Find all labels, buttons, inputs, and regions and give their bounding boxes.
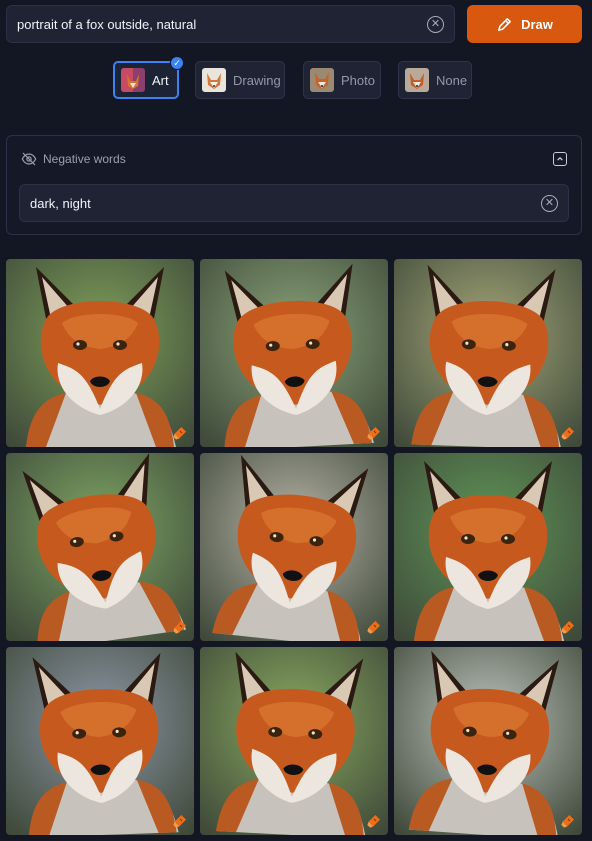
drawing-thumbnail-icon <box>202 68 226 92</box>
paintbrush-icon[interactable] <box>560 425 576 441</box>
style-chip-art[interactable]: Art ✓ <box>113 56 184 99</box>
clear-prompt-icon[interactable]: ✕ <box>427 15 444 33</box>
generated-image[interactable] <box>6 647 194 835</box>
results-grid <box>6 259 582 835</box>
negative-words-input[interactable] <box>30 195 541 211</box>
clear-negative-icon[interactable]: ✕ <box>541 194 558 212</box>
style-chip-label: None <box>436 72 468 88</box>
draw-button[interactable]: Draw <box>467 5 582 43</box>
generated-image[interactable] <box>394 453 582 641</box>
none-thumbnail-icon <box>405 68 429 92</box>
paintbrush-icon[interactable] <box>366 425 382 441</box>
fox-image <box>6 453 194 641</box>
style-chip-label: Photo <box>341 72 375 88</box>
photo-thumbnail-icon <box>310 68 334 92</box>
selected-check-icon: ✓ <box>170 56 184 70</box>
negative-words-title: Negative words <box>43 152 126 166</box>
fox-image <box>394 259 582 447</box>
paintbrush-icon[interactable] <box>560 813 576 829</box>
fox-image <box>6 647 194 835</box>
style-chip-photo[interactable]: Photo <box>303 61 381 99</box>
fox-image <box>6 259 194 447</box>
pencil-icon <box>498 17 512 31</box>
generated-image[interactable] <box>394 259 582 447</box>
fox-image <box>394 453 582 641</box>
draw-button-label: Draw <box>521 16 553 32</box>
negative-words-panel: Negative words ✕ <box>6 135 582 235</box>
style-chip-drawing[interactable]: Drawing <box>195 61 285 99</box>
chevron-up-icon[interactable] <box>553 152 567 166</box>
prompt-field[interactable]: ✕ <box>6 5 455 43</box>
style-chip-label: Art <box>152 72 169 88</box>
fox-image <box>200 453 388 641</box>
art-thumbnail-icon <box>121 68 145 92</box>
fox-image <box>394 647 582 835</box>
prompt-input[interactable] <box>17 16 427 32</box>
style-selector: Art ✓ Drawing Photo None <box>0 56 592 99</box>
style-chip-label: Drawing <box>233 72 281 88</box>
paintbrush-icon[interactable] <box>172 813 188 829</box>
generated-image[interactable] <box>394 647 582 835</box>
paintbrush-icon[interactable] <box>172 425 188 441</box>
eye-off-icon <box>21 152 37 166</box>
style-chip-none[interactable]: None <box>398 61 472 99</box>
negative-words-header[interactable]: Negative words <box>21 150 567 168</box>
paintbrush-icon[interactable] <box>366 619 382 635</box>
generated-image[interactable] <box>6 259 194 447</box>
paintbrush-icon[interactable] <box>560 619 576 635</box>
generated-image[interactable] <box>200 259 388 447</box>
fox-image <box>200 259 388 447</box>
negative-words-field[interactable]: ✕ <box>19 184 569 222</box>
generated-image[interactable] <box>200 453 388 641</box>
paintbrush-icon[interactable] <box>172 619 188 635</box>
paintbrush-icon[interactable] <box>366 813 382 829</box>
fox-image <box>200 647 388 835</box>
generated-image[interactable] <box>6 453 194 641</box>
generated-image[interactable] <box>200 647 388 835</box>
